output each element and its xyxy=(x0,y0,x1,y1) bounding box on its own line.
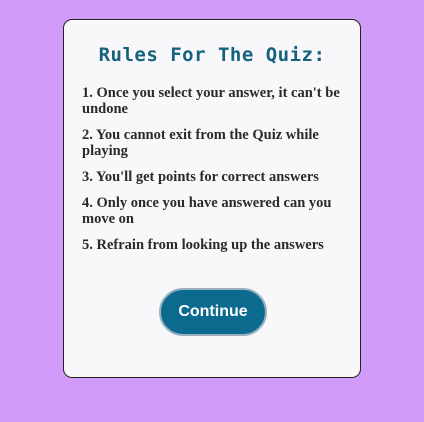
rule-item-5: 5. Refrain from looking up the answers xyxy=(82,237,324,253)
rule-item-2: 2. You cannot exit from the Quiz while p… xyxy=(82,127,319,159)
rules-title: Rules For The Quiz: xyxy=(98,44,326,66)
rules-list: 1. Once you select your answer, it can't… xyxy=(82,85,352,263)
rules-dialog: Rules For The Quiz: 1. Once you select y… xyxy=(63,19,361,378)
rule-item-4: 4. Only once you have answered can you m… xyxy=(82,195,332,227)
rule-item-3: 3. You'll get points for correct answers xyxy=(82,169,319,185)
rule-item-1: 1. Once you select your answer, it can't… xyxy=(82,85,340,117)
continue-button[interactable]: Continue xyxy=(159,288,267,336)
